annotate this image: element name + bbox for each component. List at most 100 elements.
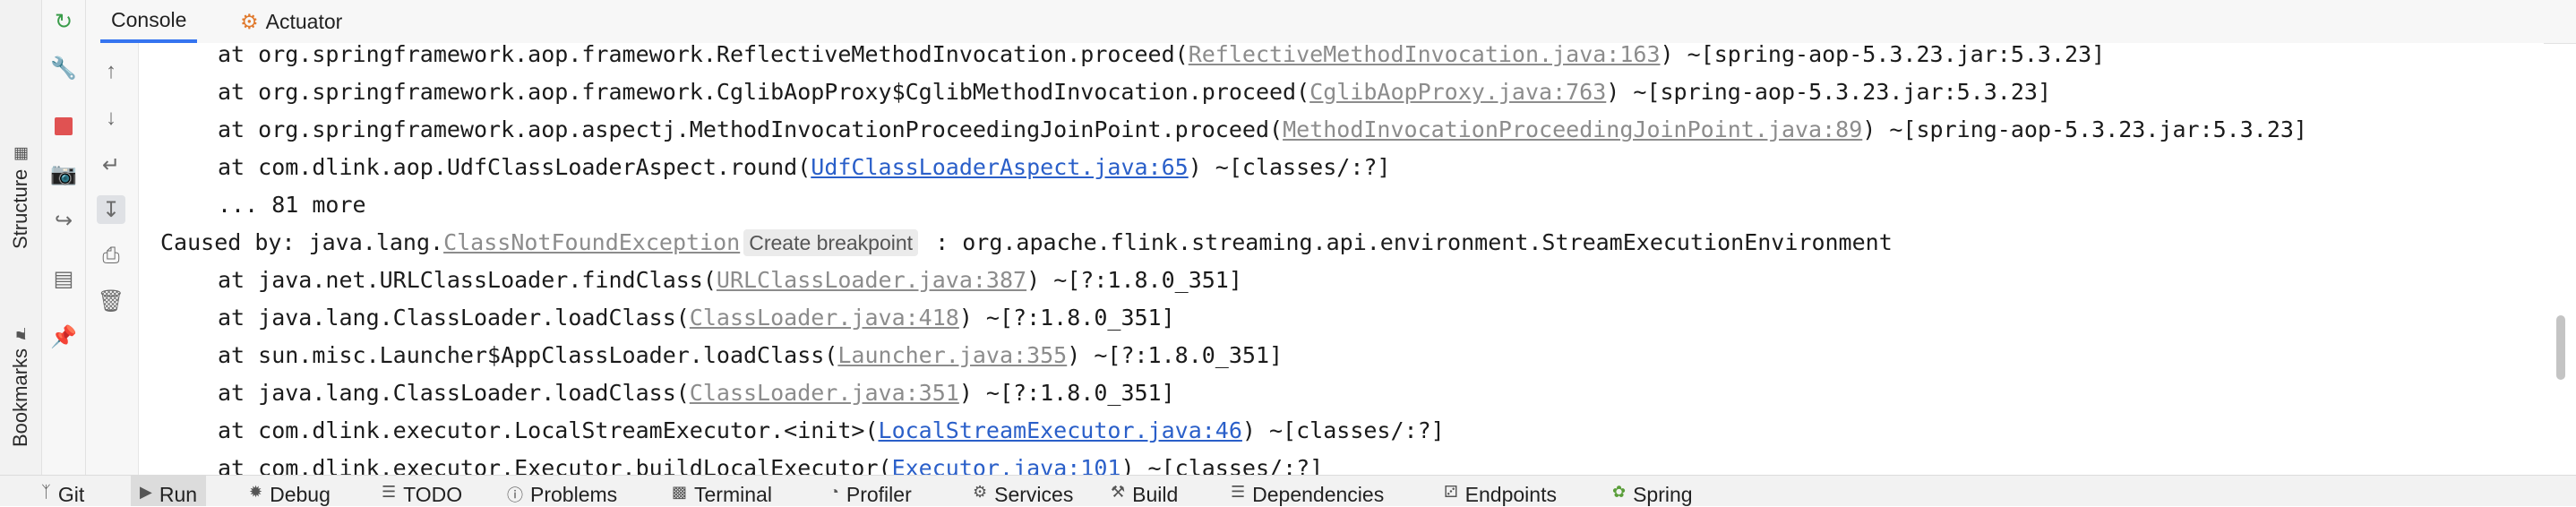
log-line: ... 81 more	[218, 192, 366, 218]
bottom-tab-endpoints[interactable]: ⚂ Endpoints	[1444, 476, 1557, 506]
stop-button[interactable]	[49, 112, 78, 141]
down-button[interactable]: ↓	[97, 104, 125, 133]
tab-console[interactable]: Console	[100, 0, 198, 43]
info-icon: ⓘ	[507, 486, 523, 504]
git-branch-icon: ᛉ	[41, 483, 51, 501]
source-link[interactable]: UdfClassLoaderAspect.java:65	[811, 154, 1188, 180]
play-icon: ▶	[140, 483, 152, 501]
camera-icon: 📷	[50, 161, 77, 186]
bottom-tab-label: Git	[57, 483, 85, 506]
clear-all-button[interactable]: 🗑	[97, 287, 125, 315]
bottom-tab-spring[interactable]: ✿ Spring	[1612, 476, 1693, 506]
bookmarks-tab[interactable]: Bookmarks ⚑	[5, 309, 36, 461]
printer-icon: ⎙	[102, 244, 120, 268]
source-link[interactable]: MethodInvocationProceedingJoinPoint.java…	[1283, 116, 1862, 142]
bottom-tab-label: TODO	[403, 483, 463, 506]
bottom-tab-label: Profiler	[846, 483, 912, 506]
scroll-thumb[interactable]	[2556, 315, 2565, 380]
scroll-to-end-button[interactable]: ↧	[97, 195, 125, 224]
bottom-tab-todo[interactable]: ☰ TODO	[382, 476, 462, 506]
caused-by-line: Caused by: java.lang.ClassNotFoundExcept…	[160, 229, 1893, 256]
exit-button[interactable]: ↪	[49, 206, 78, 235]
bottom-tab-label: Debug	[270, 483, 331, 506]
profiler-icon: ◔	[829, 483, 839, 501]
dump-threads-button[interactable]: 📷	[49, 159, 78, 188]
source-link[interactable]: ClassLoader.java:351	[690, 380, 959, 406]
actuator-icon: ⚙	[240, 9, 259, 33]
log-line: at com.dlink.aop.UdfClassLoaderAspect.ro…	[218, 154, 1391, 180]
print-button[interactable]: ⎙	[97, 242, 125, 271]
bottom-tab-run[interactable]: ▶ Run	[131, 476, 207, 506]
create-breakpoint-button[interactable]: Create breakpoint	[743, 229, 919, 256]
bookmark-icon: ⚑	[12, 323, 30, 343]
structure-tab[interactable]: Structure ▦	[5, 143, 36, 251]
source-link[interactable]: URLClassLoader.java:387	[717, 267, 1026, 293]
bottom-tab-debug[interactable]: ✹ Debug	[249, 476, 331, 506]
soft-wrap-button[interactable]: ↵	[97, 150, 125, 179]
bottom-tab-label: Endpoints	[1464, 483, 1557, 506]
bottom-tab-git[interactable]: ᛉ Git	[41, 476, 84, 506]
source-link[interactable]: LocalStreamExecutor.java:46	[879, 417, 1242, 443]
log-line: at org.springframework.aop.framework.Ref…	[218, 43, 2106, 67]
layout-button[interactable]: ▤	[49, 264, 78, 293]
pin-button[interactable]: 📌	[49, 322, 78, 351]
bottom-tab-profiler[interactable]: ◔ Profiler	[829, 476, 912, 506]
console-output[interactable]: at org.springframework.aop.framework.Ref…	[139, 43, 2544, 475]
exception-link[interactable]: ClassNotFoundException	[443, 229, 740, 255]
tab-console-label: Console	[111, 7, 187, 31]
trash-icon: 🗑	[97, 288, 125, 314]
arrow-down-icon: ↓	[106, 106, 116, 130]
source-link[interactable]: ReflectiveMethodInvocation.java:163	[1189, 43, 1661, 67]
source-link[interactable]: Executor.java:101	[892, 455, 1121, 475]
log-line: at org.springframework.aop.framework.Cgl…	[218, 79, 2051, 105]
bottom-tab-label: Services	[994, 483, 1074, 506]
bug-icon: ✹	[249, 483, 263, 501]
log-line: at java.lang.ClassLoader.loadClass(Class…	[218, 305, 1175, 331]
run-toolbar: ↻ 🔧 📷 ↪ ▤ 📌	[42, 0, 86, 475]
exit-icon: ↪	[54, 208, 73, 233]
log-line: at sun.misc.Launcher$AppClassLoader.load…	[218, 342, 1284, 368]
source-link[interactable]: ClassLoader.java:418	[690, 305, 959, 331]
bottom-tab-services[interactable]: ⚙ Services	[973, 476, 1073, 506]
tool-window-bar: ᛉ Git ▶ Run ✹ Debug ☰ TODO ⓘ Problems ▩ …	[0, 475, 2576, 506]
log-line: at org.springframework.aop.aspectj.Metho…	[218, 116, 2307, 142]
tab-actuator[interactable]: ⚙ Actuator	[229, 0, 353, 43]
wrench-icon: 🔧	[50, 56, 77, 81]
bottom-tab-label: Problems	[530, 483, 618, 506]
rerun-button[interactable]: ↻	[49, 7, 78, 36]
bottom-tab-build[interactable]: ⚒ Build	[1111, 476, 1178, 506]
console-toolbar: ↑ ↓ ↵ ↧ ⎙ 🗑	[86, 43, 139, 475]
terminal-icon: ▩	[672, 483, 688, 501]
pin-icon: 📌	[50, 324, 77, 349]
source-link[interactable]: CglibAopProxy.java:763	[1309, 79, 1606, 105]
modify-config-button[interactable]: 🔧	[49, 54, 78, 82]
log-line: at com.dlink.executor.Executor.buildLoca…	[218, 450, 1323, 475]
vertical-scrollbar[interactable]	[2553, 43, 2569, 475]
log-line: at java.lang.ClassLoader.loadClass(Class…	[218, 380, 1175, 406]
source-link[interactable]: Launcher.java:355	[837, 342, 1067, 368]
layers-icon: ☰	[1231, 483, 1246, 501]
bottom-tab-problems[interactable]: ⓘ Problems	[507, 476, 617, 506]
bottom-tab-label: Terminal	[694, 483, 772, 506]
bookmarks-tab-label: Bookmarks	[9, 348, 31, 447]
rerun-icon: ↻	[54, 9, 73, 34]
bottom-tab-label: Spring	[1633, 483, 1693, 506]
bottom-tab-label: Run	[159, 483, 198, 506]
scroll-to-end-icon: ↧	[101, 197, 121, 222]
wrap-icon: ↵	[101, 152, 121, 177]
hammer-icon: ⚒	[1111, 483, 1126, 501]
structure-tab-label: Structure	[9, 168, 31, 250]
list-icon: ☰	[382, 483, 397, 501]
bottom-tab-label: Dependencies	[1252, 483, 1385, 506]
structure-icon: ▦	[12, 144, 30, 164]
layout-icon: ▤	[53, 266, 74, 291]
bottom-tab-label: Build	[1132, 483, 1179, 506]
bottom-tab-dependencies[interactable]: ☰ Dependencies	[1231, 476, 1384, 506]
tab-actuator-label: Actuator	[265, 9, 343, 33]
arrow-up-icon: ↑	[106, 59, 116, 83]
up-button[interactable]: ↑	[97, 57, 125, 86]
side-tool-strip: Structure ▦ Bookmarks ⚑	[0, 0, 42, 475]
log-line: at com.dlink.executor.LocalStreamExecuto…	[218, 417, 1445, 443]
bottom-tab-terminal[interactable]: ▩ Terminal	[672, 476, 772, 506]
leaf-icon: ✿	[1612, 483, 1627, 501]
